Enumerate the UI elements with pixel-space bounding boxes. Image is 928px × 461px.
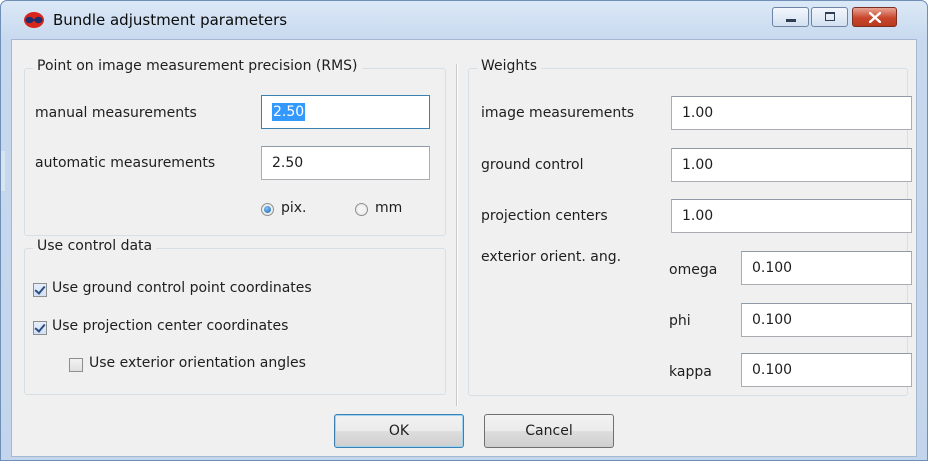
exterior-orientation-checkbox[interactable] xyxy=(69,358,83,372)
unit-mm-radio[interactable] xyxy=(355,203,368,216)
kappa-label: kappa xyxy=(669,364,712,380)
ok-button[interactable]: OK xyxy=(334,414,464,448)
restore-button[interactable] xyxy=(811,7,848,27)
exterior-orientation-label[interactable]: Use exterior orientation angles xyxy=(89,355,306,371)
gcp-checkbox[interactable] xyxy=(33,283,47,297)
image-measurements-weight-field[interactable]: 1.00 xyxy=(671,96,912,130)
kappa-weight-field[interactable]: 0.100 xyxy=(741,353,912,387)
manual-measurements-label: manual measurements xyxy=(35,105,197,121)
dialog-client-area: Point on image measurement precision (RM… xyxy=(11,39,917,457)
window-title: Bundle adjustment parameters xyxy=(53,11,288,29)
projection-centers-weight-label: projection centers xyxy=(481,208,608,224)
unit-pix-radio[interactable] xyxy=(261,203,274,216)
projection-center-checkbox[interactable] xyxy=(33,321,47,335)
weights-group: Weights image measurements 1.00 ground c… xyxy=(468,58,912,396)
ground-control-weight-field[interactable]: 1.00 xyxy=(671,148,912,182)
manual-measurements-field[interactable]: 2.50 xyxy=(261,95,430,129)
weights-group-title: Weights xyxy=(477,58,542,74)
automatic-measurements-field[interactable]: 2.50 xyxy=(261,146,430,180)
unit-pix-label[interactable]: pix. xyxy=(281,200,307,216)
dialog-window: Bundle adjustment parameters Point on im… xyxy=(0,0,928,461)
close-button[interactable] xyxy=(852,7,897,27)
precision-group: Point on image measurement precision (RM… xyxy=(24,58,446,236)
automatic-measurements-label: automatic measurements xyxy=(35,155,216,171)
image-measurements-weight-label: image measurements xyxy=(481,105,635,121)
omega-label: omega xyxy=(669,262,718,278)
minimize-icon xyxy=(786,19,796,22)
projection-center-label[interactable]: Use projection center coordinates xyxy=(52,318,288,334)
close-icon xyxy=(869,12,881,23)
app-logo-icon xyxy=(24,12,44,28)
vertical-divider xyxy=(456,64,458,406)
gcp-label[interactable]: Use ground control point coordinates xyxy=(52,280,312,296)
control-data-group: Use control data Use ground control poin… xyxy=(24,238,446,395)
exterior-orient-angles-label: exterior orient. ang. xyxy=(481,249,622,265)
control-data-group-title: Use control data xyxy=(33,238,157,254)
projection-centers-weight-field[interactable]: 1.00 xyxy=(671,199,912,233)
minimize-button[interactable] xyxy=(772,7,809,27)
phi-label: phi xyxy=(669,313,691,329)
window-edge xyxy=(1,151,5,191)
ground-control-weight-label: ground control xyxy=(481,157,584,173)
phi-weight-field[interactable]: 0.100 xyxy=(741,303,912,337)
restore-icon xyxy=(825,12,835,21)
cancel-button[interactable]: Cancel xyxy=(484,414,614,448)
title-bar[interactable]: Bundle adjustment parameters xyxy=(1,1,927,39)
manual-measurements-value: 2.50 xyxy=(272,103,306,121)
omega-weight-field[interactable]: 0.100 xyxy=(741,251,912,285)
unit-mm-label[interactable]: mm xyxy=(375,200,402,216)
precision-group-title: Point on image measurement precision (RM… xyxy=(33,58,362,74)
